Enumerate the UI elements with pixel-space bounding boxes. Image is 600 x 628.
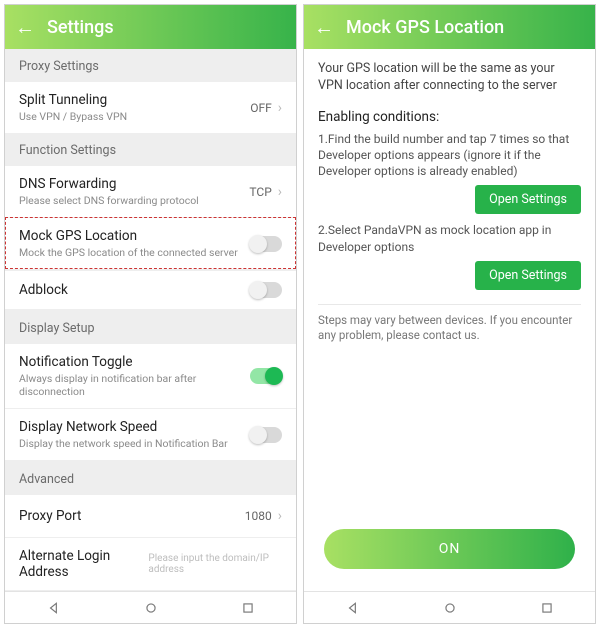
settings-list: Proxy Settings Split Tunneling Use VPN /… bbox=[5, 49, 296, 591]
conditions-heading: Enabling conditions: bbox=[318, 109, 581, 125]
topbar: ← Mock GPS Location bbox=[304, 5, 595, 49]
toggle-notification[interactable] bbox=[250, 368, 282, 384]
row-title: Alternate Login Address bbox=[19, 548, 140, 580]
row-split-tunneling[interactable]: Split Tunneling Use VPN / Bypass VPN OFF… bbox=[5, 82, 296, 133]
nav-home-icon[interactable] bbox=[443, 601, 457, 615]
nav-back-icon[interactable] bbox=[47, 601, 61, 615]
row-sub: Mock the GPS location of the connected s… bbox=[19, 246, 250, 259]
topbar: ← Settings bbox=[5, 5, 296, 49]
page-title: Settings bbox=[47, 17, 114, 38]
chevron-right-icon: › bbox=[278, 100, 282, 116]
mock-gps-screen: ← Mock GPS Location Your GPS location wi… bbox=[303, 4, 596, 624]
row-sub: Always display in notification bar after… bbox=[19, 372, 250, 398]
settings-screen: ← Settings Proxy Settings Split Tunnelin… bbox=[4, 4, 297, 624]
row-title: Display Network Speed bbox=[19, 419, 250, 435]
row-dns-forwarding[interactable]: DNS Forwarding Please select DNS forward… bbox=[5, 166, 296, 217]
row-title: DNS Forwarding bbox=[19, 176, 249, 192]
row-value: 1080 bbox=[245, 509, 272, 523]
row-display-speed[interactable]: Display Network Speed Display the networ… bbox=[5, 408, 296, 462]
intro-text: Your GPS location will be the same as yo… bbox=[318, 61, 581, 95]
row-title: Adblock bbox=[19, 282, 250, 298]
nav-home-icon[interactable] bbox=[144, 601, 158, 615]
row-title: Proxy Port bbox=[19, 508, 245, 524]
page-title: Mock GPS Location bbox=[346, 17, 504, 38]
chevron-right-icon: › bbox=[278, 508, 282, 524]
row-sub: Use VPN / Bypass VPN bbox=[19, 110, 250, 123]
android-navbar bbox=[5, 591, 296, 623]
row-alternate-login[interactable]: Alternate Login Address Please input the… bbox=[5, 537, 296, 590]
row-notification-toggle[interactable]: Notification Toggle Always display in no… bbox=[5, 344, 296, 408]
section-proxy: Proxy Settings bbox=[5, 49, 296, 82]
section-function: Function Settings bbox=[5, 133, 296, 166]
row-title: Split Tunneling bbox=[19, 92, 250, 108]
row-value: OFF bbox=[250, 101, 272, 115]
divider bbox=[318, 304, 581, 305]
open-settings-button-1[interactable]: Open Settings bbox=[475, 185, 581, 214]
mock-gps-content: Your GPS location will be the same as yo… bbox=[304, 49, 595, 591]
chevron-right-icon: › bbox=[278, 184, 282, 200]
row-sub: Display the network speed in Notificatio… bbox=[19, 437, 250, 450]
alt-login-placeholder: Please input the domain/IP address bbox=[148, 553, 282, 575]
step-1: 1.Find the build number and tap 7 times … bbox=[318, 131, 581, 180]
toggle-mock-gps[interactable] bbox=[250, 236, 282, 252]
back-icon[interactable]: ← bbox=[314, 15, 334, 40]
note-text: Steps may vary between devices. If you e… bbox=[318, 313, 581, 344]
section-display: Display Setup bbox=[5, 311, 296, 344]
row-title: Notification Toggle bbox=[19, 354, 250, 370]
toggle-speed[interactable] bbox=[250, 427, 282, 443]
row-title: Mock GPS Location bbox=[19, 228, 250, 244]
on-button[interactable]: ON bbox=[324, 529, 575, 569]
back-icon[interactable]: ← bbox=[15, 15, 35, 40]
nav-recent-icon[interactable] bbox=[241, 601, 255, 615]
row-sub: Please select DNS forwarding protocol bbox=[19, 194, 249, 207]
row-value: TCP bbox=[249, 185, 271, 199]
row-adblock[interactable]: Adblock bbox=[5, 269, 296, 311]
row-mock-gps[interactable]: Mock GPS Location Mock the GPS location … bbox=[5, 217, 296, 269]
android-navbar bbox=[304, 591, 595, 623]
open-settings-button-2[interactable]: Open Settings bbox=[475, 261, 581, 290]
nav-back-icon[interactable] bbox=[346, 601, 360, 615]
nav-recent-icon[interactable] bbox=[540, 601, 554, 615]
row-proxy-port[interactable]: Proxy Port 1080 › bbox=[5, 495, 296, 537]
step-2: 2.Select PandaVPN as mock location app i… bbox=[318, 222, 581, 254]
toggle-adblock[interactable] bbox=[250, 282, 282, 298]
section-advanced: Advanced bbox=[5, 462, 296, 495]
